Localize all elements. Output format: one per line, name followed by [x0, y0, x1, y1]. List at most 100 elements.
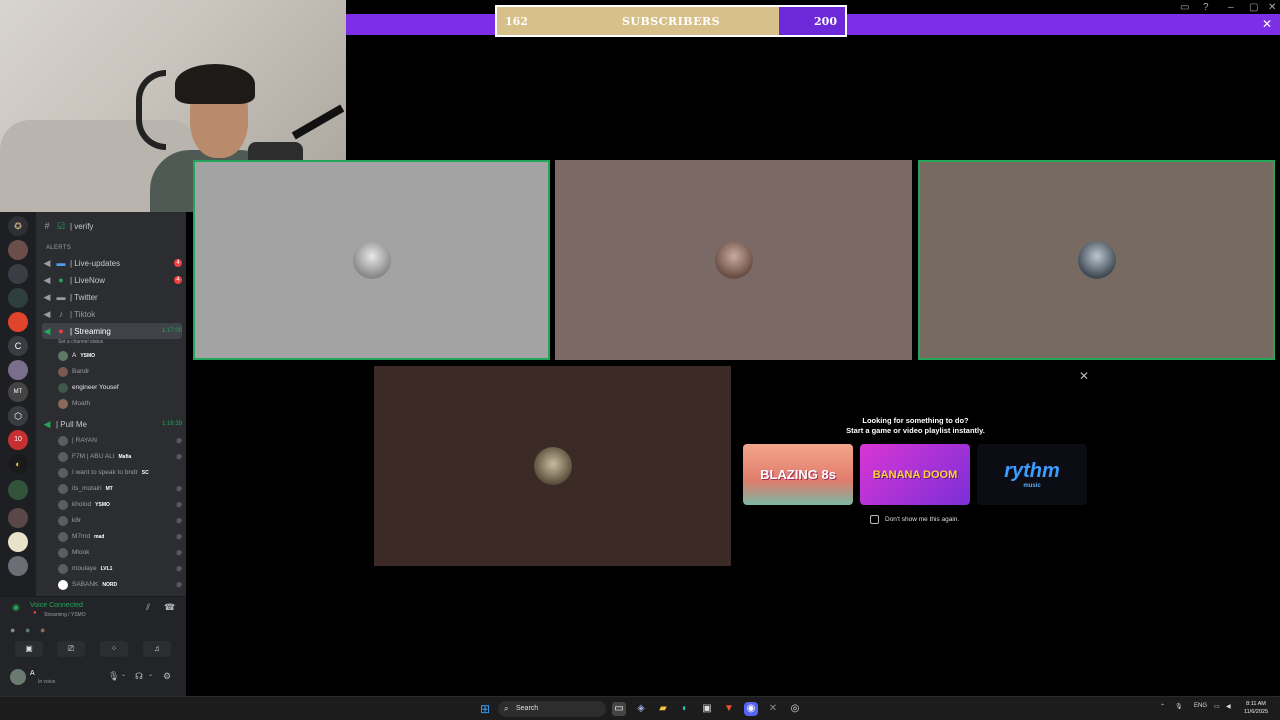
close-icon[interactable]: ✕ — [1079, 369, 1089, 383]
taskbar-clock[interactable]: 8:11 AM 11/6/2025 — [1236, 700, 1276, 716]
video-tile[interactable] — [918, 160, 1275, 360]
taskbar-search[interactable]: ⌕ Search — [498, 701, 606, 717]
windows-start-icon[interactable]: ⊞ — [478, 702, 492, 716]
soundboard-button[interactable]: ♫ — [143, 641, 171, 657]
gear-icon[interactable]: ⚙ — [163, 671, 171, 682]
voice-user[interactable]: F7M | ABU ALI Mafia ⊘ — [58, 449, 182, 464]
muted-icon: ⊘ — [176, 565, 182, 573]
obs-icon[interactable]: ◎ — [788, 702, 802, 716]
voice-user-tag: SC — [141, 469, 149, 476]
activities-button[interactable]: ⁘ — [100, 641, 128, 657]
channel-pull-me[interactable]: ◀ | Pull Me 1:16:39 — [42, 416, 182, 432]
video-tile[interactable] — [374, 366, 731, 566]
close-icon[interactable]: ✕ — [1262, 17, 1272, 31]
voice-user[interactable]: I want to speak to bndr SC — [58, 465, 182, 480]
help-icon[interactable]: ? — [1203, 2, 1209, 13]
channel-verify[interactable]: # ☑ | verify — [42, 218, 182, 234]
file-explorer-icon[interactable]: ▰ — [656, 702, 670, 716]
voice-user[interactable]: moulaye LVL1 ⊘ — [58, 561, 182, 576]
headphones-icon[interactable]: ☊ — [135, 671, 143, 682]
channel-streaming[interactable]: ◀ ● | Streaming 1:17:00 — [42, 323, 182, 339]
voice-user[interactable]: SABANK NORD ⊘ — [58, 577, 182, 592]
microphone-icon[interactable]: 🎙 — [108, 671, 119, 682]
webcam-person-hair — [175, 64, 255, 104]
server-icon-7[interactable] — [8, 360, 28, 380]
server-icon-9[interactable]: ⬡ — [8, 406, 28, 426]
server-icon-2[interactable] — [8, 240, 28, 260]
taskbar-search-label: Search — [516, 705, 539, 712]
mic-tray-icon[interactable]: 🎙 — [1175, 703, 1183, 710]
avatar[interactable] — [10, 669, 26, 685]
avatar — [58, 579, 68, 590]
server-icon-4[interactable] — [8, 288, 28, 308]
voice-user[interactable]: kholod YSMO ⊘ — [58, 497, 182, 512]
avatar — [714, 241, 753, 279]
server-icon-13[interactable] — [8, 508, 28, 528]
voice-connected-label[interactable]: Voice Connected — [30, 602, 83, 609]
noise-suppression-icon[interactable]: ⫽ — [146, 602, 150, 613]
video-tile[interactable] — [555, 160, 912, 360]
server-icon-14[interactable] — [8, 532, 28, 552]
activity-card-rythm[interactable]: rythm music — [977, 444, 1087, 505]
disconnect-icon[interactable]: ☎ — [164, 602, 175, 613]
avatar — [58, 483, 68, 494]
server-icon-5[interactable] — [8, 312, 28, 332]
voice-user[interactable]: Mlook ⊘ — [58, 545, 182, 560]
maximize-icon[interactable]: ▢ — [1249, 2, 1258, 13]
chevron-down-icon[interactable]: ⌄ — [121, 671, 126, 678]
voice-user[interactable]: | RAYAN ⊘ — [58, 433, 182, 448]
chevron-up-icon[interactable]: ⌃ — [1160, 703, 1165, 710]
task-view-icon[interactable]: ▭ — [612, 702, 626, 716]
channel-status-hint[interactable]: Set a channel status — [58, 339, 103, 345]
network-icon[interactable]: ▭ — [1214, 703, 1220, 710]
minimize-icon[interactable]: – — [1228, 2, 1234, 13]
voice-user[interactable]: k8r ⊘ — [58, 513, 182, 528]
edge-icon[interactable]: ◐ — [678, 702, 692, 716]
dont-show-checkbox[interactable] — [870, 515, 879, 524]
server-icon-11[interactable]: ◐ — [8, 454, 28, 474]
participant-avatar-icon: ● — [25, 625, 31, 635]
voice-user[interactable]: Bandr — [58, 364, 182, 379]
voice-panel: ◉ Voice Connected ● Streaming / YSMO ⫽ ☎… — [0, 596, 186, 696]
screen-share-button[interactable]: ⎚ — [57, 641, 85, 657]
voice-user[interactable]: M7md mad ⊘ — [58, 529, 182, 544]
volume-icon[interactable]: ◀ — [1226, 703, 1231, 710]
server-icon-c[interactable]: C — [8, 336, 28, 356]
activity-card-banana-doom[interactable]: BANANA DOOM — [860, 444, 970, 505]
server-icon-3[interactable] — [8, 264, 28, 284]
activity-card-blazing-8s[interactable]: BLAZING 8s — [743, 444, 853, 505]
voice-user[interactable]: A YSMO — [58, 348, 182, 363]
voice-location[interactable]: Streaming / YSMO — [44, 612, 86, 618]
video-tile[interactable] — [193, 160, 550, 360]
voice-user-tag: NORD — [102, 581, 118, 588]
server-folder-icon[interactable] — [8, 480, 28, 500]
voice-user-name: A — [72, 352, 77, 359]
red-dot-icon: ● — [58, 326, 64, 336]
signal-icon[interactable]: ◉ — [12, 602, 20, 613]
chevron-down-icon[interactable]: ⌄ — [148, 671, 153, 678]
cast-icon[interactable]: ▭ — [1180, 2, 1189, 13]
muted-icon: ⊘ — [176, 485, 182, 493]
category-alerts[interactable]: ALERTS — [46, 245, 71, 251]
camera-toggle-button[interactable]: ▣ — [15, 641, 43, 657]
dont-show-label[interactable]: Don't show me this again. — [885, 516, 959, 523]
server-icon-15[interactable] — [8, 556, 28, 576]
server-icon-mt[interactable]: MT — [8, 382, 28, 402]
server-icon-10[interactable]: 10 — [8, 430, 28, 450]
voice-user[interactable]: Moath — [58, 396, 182, 411]
channel-twitter[interactable]: ◀ ▬ | Twitter — [42, 289, 182, 305]
channel-streaming-timer: 1:17:00 — [161, 328, 182, 334]
voice-user[interactable]: its_mutairi MT ⊘ — [58, 481, 182, 496]
channel-live-updates[interactable]: ◀ ▬ | Live-updates 4 — [42, 255, 182, 271]
channel-live-now[interactable]: ◀ ● | LiveNow 4 — [42, 272, 182, 288]
brave-icon[interactable]: ▼ — [722, 702, 736, 716]
discord-icon[interactable]: ◉ — [744, 702, 758, 716]
voice-user[interactable]: engineer Yousef — [58, 380, 182, 395]
copilot-icon[interactable]: ◈ — [634, 702, 648, 716]
app-icon[interactable]: ✕ — [766, 702, 780, 716]
store-icon[interactable]: ▣ — [700, 702, 714, 716]
window-close-icon[interactable]: ✕ — [1268, 2, 1276, 13]
channel-tiktok[interactable]: ◀ ♪ | Tiktok — [42, 306, 182, 322]
language-indicator[interactable]: ENG — [1194, 703, 1207, 709]
server-icon-1[interactable]: ✪ — [8, 216, 28, 236]
